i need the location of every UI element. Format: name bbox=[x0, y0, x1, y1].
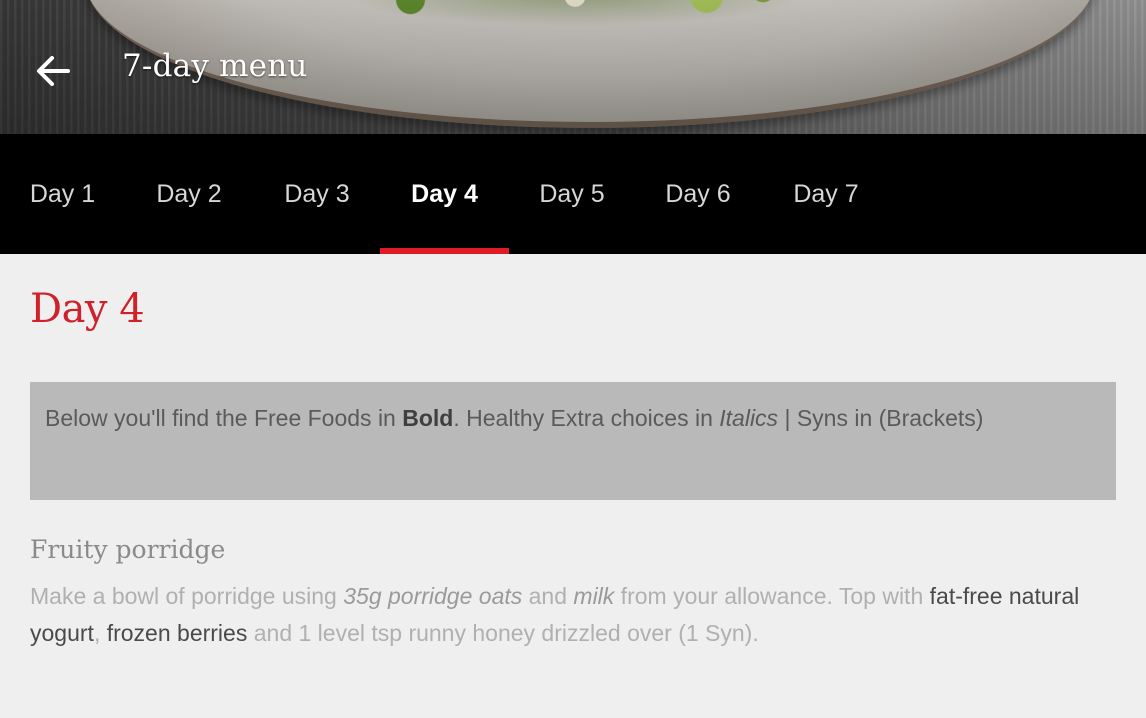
tab-day-7[interactable]: Day 7 bbox=[762, 134, 890, 254]
tab-day-6[interactable]: Day 6 bbox=[634, 134, 762, 254]
meal-text: and 1 level tsp runny honey drizzled ove… bbox=[247, 620, 759, 646]
meal-description: Make a bowl of porridge using 35g porrid… bbox=[30, 578, 1120, 652]
active-tab-indicator bbox=[380, 248, 509, 254]
info-text: . Healthy Extra choices in bbox=[453, 405, 720, 431]
info-bold-word: Bold bbox=[402, 405, 454, 431]
meal-title: Fruity porridge bbox=[30, 535, 226, 564]
hero-image: 7-day menu bbox=[0, 0, 1146, 134]
meal-text: , bbox=[93, 620, 107, 646]
day-tab-bar: Day 1 Day 2 Day 3 Day 4 Day 5 Day 6 Day … bbox=[0, 134, 1146, 254]
page-title: 7-day menu bbox=[122, 48, 308, 84]
tab-day-2[interactable]: Day 2 bbox=[125, 134, 253, 254]
tab-day-1[interactable]: Day 1 bbox=[0, 134, 125, 254]
info-text: Below you'll find the Free Foods in bbox=[45, 405, 403, 431]
arrow-left-icon bbox=[36, 56, 70, 90]
back-button[interactable] bbox=[30, 50, 76, 96]
tab-day-4[interactable]: Day 4 bbox=[380, 134, 509, 254]
tab-day-3[interactable]: Day 3 bbox=[253, 134, 381, 254]
tab-day-5[interactable]: Day 5 bbox=[508, 134, 636, 254]
meal-text: from your allowance. Top with bbox=[614, 583, 930, 609]
day-heading: Day 4 bbox=[30, 286, 145, 332]
free-food-berries: frozen berries bbox=[106, 620, 248, 646]
info-text: | Syns in (Brackets) bbox=[778, 405, 984, 431]
meal-text: Make a bowl of porridge using bbox=[30, 583, 344, 609]
meal-text: and bbox=[522, 583, 574, 609]
healthy-extra-oats: 35g porridge oats bbox=[343, 583, 523, 609]
info-box: Below you'll find the Free Foods in Bold… bbox=[30, 382, 1116, 500]
healthy-extra-milk: milk bbox=[573, 583, 615, 609]
info-italic-word: Italics bbox=[719, 405, 779, 431]
